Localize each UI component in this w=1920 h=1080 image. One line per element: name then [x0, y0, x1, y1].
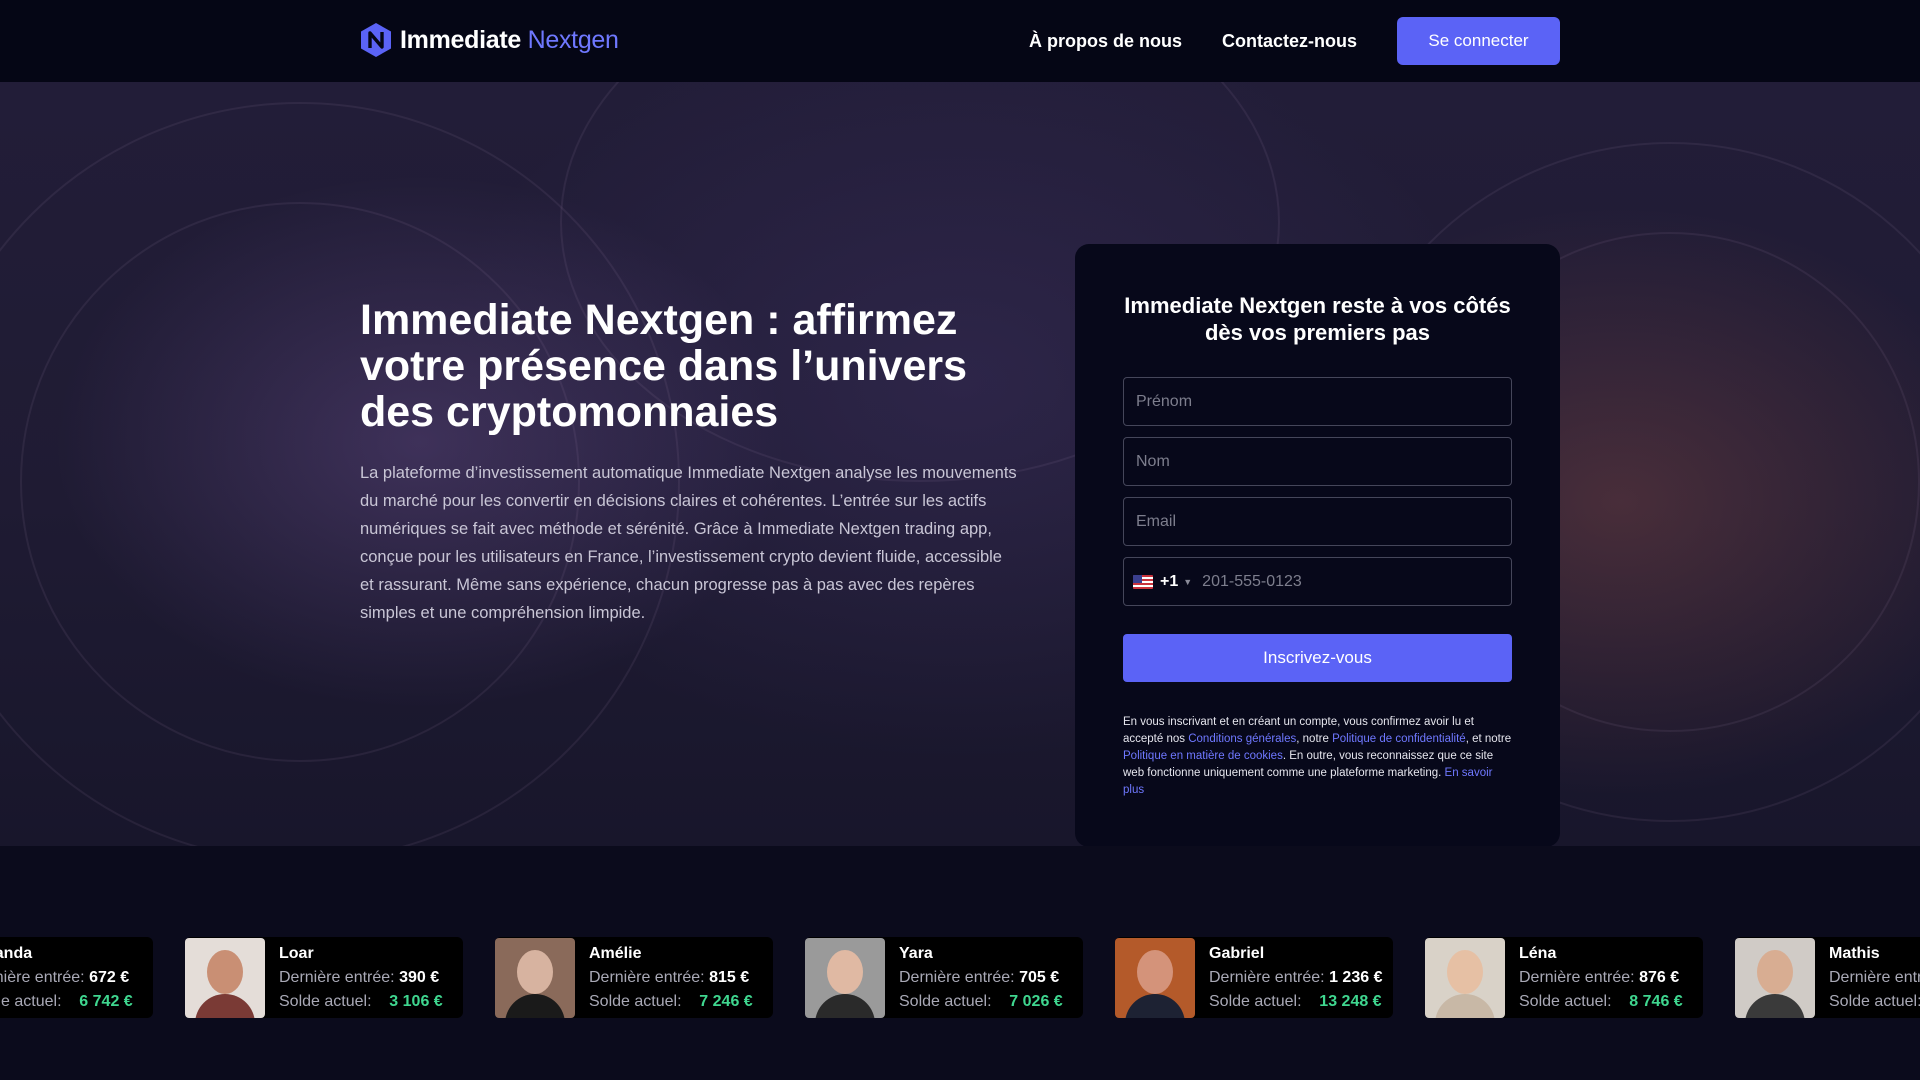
avatar: [1115, 937, 1195, 1018]
balance-label: Solde actuel:: [0, 992, 62, 1010]
nav-link-contact[interactable]: Contactez-nous: [1222, 31, 1357, 52]
testimonial-card: Amanda Dernière entrée: 672 € Solde actu…: [0, 937, 153, 1018]
terms-link[interactable]: Conditions générales: [1188, 733, 1296, 745]
first-name-field[interactable]: [1123, 377, 1512, 426]
privacy-link[interactable]: Politique de confidentialité: [1332, 733, 1466, 745]
avatar: [495, 937, 575, 1018]
balance-value: 7 026 €: [1009, 992, 1063, 1010]
hero-title: Immediate Nextgen : affirmez votre prése…: [360, 296, 968, 436]
entry-value: 672 €: [89, 968, 130, 986]
signup-button[interactable]: Inscrivez-vous: [1123, 634, 1512, 682]
testimonial-card: Léna Dernière entrée: 876 € Solde actuel…: [1425, 937, 1703, 1018]
entry-label: Dernière entrée:: [899, 968, 1015, 986]
testimonial-card: Loar Dernière entrée: 390 € Solde actuel…: [185, 937, 463, 1018]
entry-value: 390 €: [399, 968, 440, 986]
brand-logo[interactable]: Immediate Nextgen: [360, 22, 619, 58]
balance-value: 8 746 €: [1629, 992, 1683, 1010]
phone-field: +1 ▼: [1123, 557, 1512, 606]
entry-value: 815 €: [709, 968, 750, 986]
login-button[interactable]: Se connecter: [1397, 17, 1560, 65]
logo-main: Immediate: [400, 25, 521, 54]
user-name: Mathis: [1829, 944, 1880, 962]
entry-label: Dernière entrée:: [279, 968, 395, 986]
user-name: Gabriel: [1209, 944, 1265, 962]
balance-value: 13 248 €: [1319, 992, 1382, 1010]
email-field[interactable]: [1123, 497, 1512, 546]
main-nav: À propos de nous Contactez-nous Se conne…: [1029, 17, 1560, 65]
user-name: Léna: [1519, 944, 1557, 962]
entry-label: Dernière entrée:: [0, 968, 85, 986]
phone-input[interactable]: [1192, 558, 1511, 605]
entry-label: Dernière entrée:: [1519, 968, 1635, 986]
us-flag-icon[interactable]: [1133, 574, 1153, 589]
testimonials-carousel: Amanda Dernière entrée: 672 € Solde actu…: [0, 846, 1920, 1080]
legal-disclaimer: En vous inscrivant et en créant un compt…: [1123, 714, 1515, 799]
entry-value: 1 236 €: [1329, 968, 1383, 986]
entry-label: Dernière entrée:: [1209, 968, 1325, 986]
hero-description: La plateforme d’investissement automatiq…: [360, 464, 1017, 622]
disclaimer-text-2: , notre: [1296, 733, 1333, 745]
testimonial-card: Yara Dernière entrée: 705 € Solde actuel…: [805, 937, 1083, 1018]
form-title: Immediate Nextgen reste à vos côtés dès …: [1124, 293, 1511, 345]
disclaimer-text-3: , et notre: [1465, 733, 1512, 745]
nav-link-about[interactable]: À propos de nous: [1029, 31, 1182, 52]
testimonial-card: Mathis Dernière entrée: Solde actuel:: [1735, 937, 1920, 1018]
entry-label: Dernière entrée:: [1829, 968, 1920, 986]
signup-form-card: Immediate Nextgen reste à vos côtés dès …: [1075, 244, 1560, 846]
entry-value: 876 €: [1639, 968, 1680, 986]
country-dial-code[interactable]: +1: [1160, 573, 1178, 591]
avatar: [1425, 937, 1505, 1018]
chevron-down-icon[interactable]: ▼: [1183, 577, 1192, 587]
entry-value: 705 €: [1019, 968, 1060, 986]
balance-value: 3 106 €: [389, 992, 443, 1010]
entry-label: Dernière entrée:: [589, 968, 705, 986]
top-navbar: Immediate Nextgen À propos de nous Conta…: [0, 0, 1920, 82]
cookies-link[interactable]: Politique en matière de cookies: [1123, 750, 1283, 762]
user-name: Loar: [279, 944, 314, 962]
user-name: Yara: [899, 944, 933, 962]
balance-label: Solde actuel:: [279, 992, 372, 1010]
hero-section: Immediate Nextgen : affirmez votre prése…: [0, 82, 1920, 846]
avatar: [805, 937, 885, 1018]
user-name: Amélie: [589, 944, 642, 962]
balance-value: 7 246 €: [699, 992, 753, 1010]
balance-label: Solde actuel:: [1209, 992, 1302, 1010]
balance-label: Solde actuel:: [1519, 992, 1612, 1010]
last-name-field[interactable]: [1123, 437, 1512, 486]
testimonial-card: Gabriel Dernière entrée: 1 236 € Solde a…: [1115, 937, 1393, 1018]
balance-value: 6 742 €: [79, 992, 133, 1010]
balance-label: Solde actuel:: [1829, 992, 1920, 1010]
testimonial-card: Amélie Dernière entrée: 815 € Solde actu…: [495, 937, 773, 1018]
balance-label: Solde actuel:: [899, 992, 992, 1010]
logo-accent: Nextgen: [527, 25, 619, 54]
user-name: Amanda: [0, 944, 33, 962]
logo-hexagon-icon: [361, 23, 391, 57]
logo-text: Immediate Nextgen: [400, 26, 619, 55]
avatar: [185, 937, 265, 1018]
avatar: [1735, 937, 1815, 1018]
balance-label: Solde actuel:: [589, 992, 682, 1010]
